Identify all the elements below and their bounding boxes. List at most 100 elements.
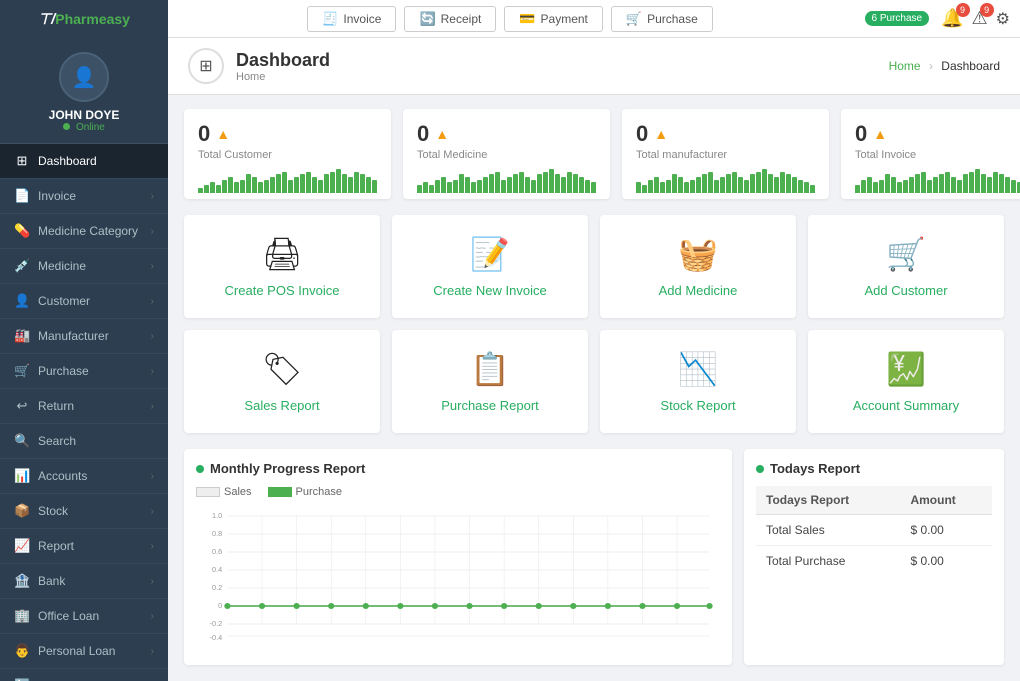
sidebar-item-search[interactable]: 🔍 Search bbox=[0, 424, 168, 459]
sidebar-item-accounts[interactable]: 📊 Accounts › bbox=[0, 459, 168, 494]
sidebar-item-data-sync[interactable]: 🔄 Data Synchronizer bbox=[0, 669, 168, 681]
mini-bar bbox=[636, 182, 641, 193]
mini-bar bbox=[537, 174, 542, 193]
svg-text:0.6: 0.6 bbox=[212, 548, 222, 556]
mini-bar bbox=[204, 185, 209, 193]
sidebar-item-bank[interactable]: 🏦 Bank › bbox=[0, 564, 168, 599]
mini-bar bbox=[234, 182, 239, 193]
add-medicine-icon: 🧺 bbox=[610, 235, 786, 273]
logo-text: Pharmeasy bbox=[55, 11, 130, 27]
sidebar-item-office-loan[interactable]: 🏢 Office Loan › bbox=[0, 599, 168, 634]
sidebar-item-personal-loan[interactable]: 👨 Personal Loan › bbox=[0, 634, 168, 669]
chevron-icon-2: › bbox=[151, 226, 154, 237]
mini-bar bbox=[696, 177, 701, 193]
mini-bar bbox=[957, 180, 962, 193]
sidebar-item-invoice[interactable]: 📄 Invoice › bbox=[0, 179, 168, 214]
receipt-button[interactable]: 🔄 Receipt bbox=[404, 6, 496, 32]
mini-bar bbox=[300, 174, 305, 193]
report-col-amount: Amount bbox=[900, 486, 992, 515]
sidebar-item-medicine-category[interactable]: 💊 Medicine Category › bbox=[0, 214, 168, 249]
mini-bar bbox=[915, 174, 920, 193]
stock-report-card[interactable]: 📉 Stock Report bbox=[600, 330, 796, 433]
chevron-icon-13: › bbox=[151, 611, 154, 622]
mini-bar bbox=[573, 174, 578, 193]
online-dot bbox=[63, 123, 70, 130]
create-new-invoice-card[interactable]: 📝 Create New Invoice bbox=[392, 215, 588, 318]
page-icon: ⊞ bbox=[188, 48, 224, 84]
mini-bar bbox=[684, 182, 689, 193]
sidebar-item-manufacturer[interactable]: 🏭 Manufacturer › bbox=[0, 319, 168, 354]
account-summary-card[interactable]: 💹 Account Summary bbox=[808, 330, 1004, 433]
settings-icon[interactable]: ⚙ bbox=[996, 9, 1010, 29]
create-pos-invoice-card[interactable]: 🖨 Create POS Invoice bbox=[184, 215, 380, 318]
total-sales-label: Total Sales bbox=[756, 515, 900, 546]
sidebar-item-return[interactable]: ↩ Return › bbox=[0, 389, 168, 424]
stat-total-medicine: 0 ▲ Total Medicine bbox=[403, 109, 610, 199]
chevron-icon-10: › bbox=[151, 506, 154, 517]
report-title-text: Todays Report bbox=[770, 461, 860, 476]
mini-bar bbox=[927, 180, 932, 193]
page-title: Dashboard bbox=[236, 50, 330, 71]
invoice-button[interactable]: 🧾 Invoice bbox=[307, 6, 396, 32]
mini-bar bbox=[891, 177, 896, 193]
purchase-icon: 🛒 bbox=[626, 11, 642, 27]
mini-bar bbox=[240, 180, 245, 193]
mini-bar bbox=[993, 172, 998, 193]
stats-row: 0 ▲ Total Customer 0 ▲ Total Medicine 0 bbox=[168, 95, 1020, 207]
sidebar-item-medicine[interactable]: 💉 Medicine › bbox=[0, 249, 168, 284]
notification-bell[interactable]: 🔔 9 bbox=[941, 8, 963, 29]
sidebar-item-report[interactable]: 📈 Report › bbox=[0, 529, 168, 564]
mini-bar bbox=[531, 180, 536, 193]
mini-bar bbox=[951, 177, 956, 193]
mini-bar bbox=[372, 180, 377, 193]
payment-icon: 💳 bbox=[519, 11, 535, 27]
mini-bar bbox=[879, 180, 884, 193]
top-nav-right: 6 Purchase 🔔 9 ⚠ 9 ⚙ bbox=[865, 8, 1011, 29]
mini-bar bbox=[921, 172, 926, 193]
mini-bar bbox=[435, 180, 440, 193]
mini-bar bbox=[324, 174, 329, 193]
svg-text:1.0: 1.0 bbox=[212, 512, 222, 520]
bottom-section: Monthly Progress Report Sales Purchase bbox=[168, 441, 1020, 681]
nav-buttons-group: 🧾 Invoice 🔄 Receipt 💳 Payment 🛒 Purchase bbox=[307, 6, 713, 32]
office-icon: 🏢 bbox=[14, 608, 30, 624]
sidebar-item-dashboard[interactable]: ⊞ Dashboard bbox=[0, 144, 168, 179]
breadcrumb-home[interactable]: Home bbox=[889, 59, 921, 73]
mini-bar bbox=[786, 174, 791, 193]
sales-report-card[interactable]: 🏷 Sales Report bbox=[184, 330, 380, 433]
purchase-nav-icon: 🛒 bbox=[14, 363, 30, 379]
todays-report-card: Todays Report Todays Report Amount Total… bbox=[744, 449, 1004, 665]
mini-bar bbox=[489, 174, 494, 193]
mini-bar bbox=[732, 172, 737, 193]
sidebar-item-customer[interactable]: 👤 Customer › bbox=[0, 284, 168, 319]
payment-button[interactable]: 💳 Payment bbox=[504, 6, 603, 32]
report-col-name: Todays Report bbox=[756, 486, 900, 515]
breadcrumb-current: Dashboard bbox=[941, 59, 1000, 73]
chevron-icon-12: › bbox=[151, 576, 154, 587]
profile-name: JOHN DOYE bbox=[10, 108, 158, 122]
mini-bar bbox=[939, 174, 944, 193]
chevron-icon-3: › bbox=[151, 261, 154, 272]
mini-bar bbox=[909, 177, 914, 193]
mini-bar bbox=[429, 185, 434, 193]
warning-icon[interactable]: ⚠ 9 bbox=[972, 8, 988, 29]
sidebar-profile: 👤 JOHN DOYE Online bbox=[0, 38, 168, 144]
mini-bar bbox=[348, 177, 353, 193]
sidebar-item-purchase[interactable]: 🛒 Purchase › bbox=[0, 354, 168, 389]
mini-bar bbox=[549, 169, 554, 193]
stat-medicine-warning: ▲ bbox=[435, 126, 449, 142]
purchase-report-icon: 📋 bbox=[402, 350, 578, 388]
add-customer-card[interactable]: 🛒 Add Customer bbox=[808, 215, 1004, 318]
mini-bar bbox=[198, 188, 203, 193]
purchase-button[interactable]: 🛒 Purchase bbox=[611, 6, 713, 32]
mini-bar bbox=[726, 174, 731, 193]
table-row: Total Sales $ 0.00 bbox=[756, 515, 992, 546]
mini-bar bbox=[567, 172, 572, 193]
table-row: Total Purchase $ 0.00 bbox=[756, 546, 992, 577]
sidebar-item-stock[interactable]: 📦 Stock › bbox=[0, 494, 168, 529]
purchase-report-card[interactable]: 📋 Purchase Report bbox=[392, 330, 588, 433]
chevron-icon-14: › bbox=[151, 646, 154, 657]
add-medicine-card[interactable]: 🧺 Add Medicine bbox=[600, 215, 796, 318]
chevron-icon-4: › bbox=[151, 296, 154, 307]
mini-bar bbox=[276, 174, 281, 193]
